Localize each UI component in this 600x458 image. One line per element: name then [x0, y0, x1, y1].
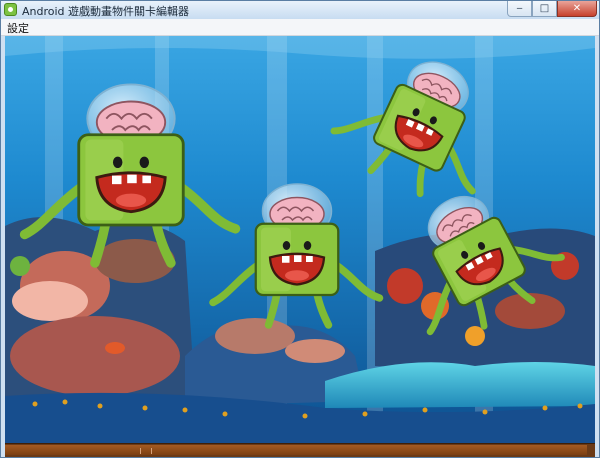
app-icon [4, 3, 17, 16]
level-canvas[interactable] [5, 36, 595, 443]
menu-settings[interactable]: 設定 [7, 20, 29, 36]
minimize-button[interactable]: ‒ [507, 1, 532, 17]
horizontal-scrollbar[interactable] [5, 443, 595, 457]
window-controls: ‒ □ ✕ [507, 1, 597, 18]
maximize-icon: □ [539, 3, 550, 14]
close-icon: ✕ [572, 3, 582, 14]
title-bar[interactable]: Android 遊戲動畫物件關卡編輯器 ‒ □ ✕ [1, 1, 599, 19]
scene-svg [5, 36, 595, 443]
window-title: Android 遊戲動畫物件關卡編輯器 [22, 5, 190, 18]
app-window: Android 遊戲動畫物件關卡編輯器 ‒ □ ✕ 設定 [0, 0, 600, 458]
scrollbar-grip-icon [140, 448, 152, 454]
close-button[interactable]: ✕ [557, 1, 597, 17]
maximize-button[interactable]: □ [532, 1, 557, 17]
menu-bar: 設定 [1, 19, 599, 36]
minimize-icon: ‒ [516, 3, 523, 14]
scrollbar-thumb[interactable] [5, 445, 587, 455]
